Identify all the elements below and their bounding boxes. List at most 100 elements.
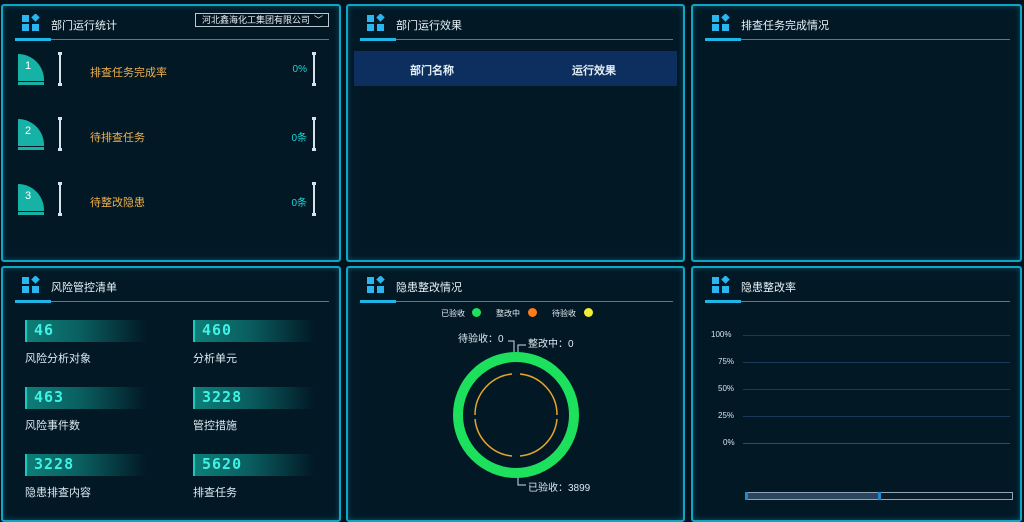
divider-right: [312, 182, 316, 216]
risk-stat-analysis-objects: 46 风险分析对象: [25, 320, 155, 370]
annotation-accepted: 已验收：3899: [528, 483, 591, 494]
legend-label-accepted[interactable]: 已验收: [441, 308, 465, 319]
header-divider: [705, 39, 1010, 40]
y-tick-25: 25%: [718, 411, 735, 420]
table-header: 部门名称 运行效果: [354, 51, 677, 86]
header-divider: [15, 39, 329, 40]
chart-zoom-scrollbar[interactable]: [745, 492, 1013, 500]
risk-stat-inspection-content: 3228 隐患排查内容: [25, 454, 155, 504]
task-completion-panel: 排查任务完成情况: [691, 4, 1022, 262]
gridline: [743, 389, 1010, 390]
header-accent: [705, 38, 741, 41]
stat-label: 待整改隐患: [90, 197, 145, 209]
legend-dot-accepted: [472, 308, 481, 317]
panel-title: 隐患整改情况: [396, 282, 462, 294]
inner-arc-4: [474, 418, 513, 457]
company-select-value: 河北鑫海化工集团有限公司: [202, 15, 311, 25]
scrollbar-handle-left[interactable]: [745, 492, 748, 500]
stat-row-completion-rate: 1 排查任务完成率 0%: [15, 52, 321, 100]
legend-dot-in-progress: [528, 308, 537, 317]
stat-value: 0条: [291, 133, 307, 144]
stat-number: 5620: [202, 455, 243, 473]
stat-row-pending-tasks: 2 待排查任务 0条: [15, 117, 321, 165]
scrollbar-range[interactable]: [746, 493, 878, 499]
panel-header: 排查任务完成情况: [705, 12, 1010, 41]
column-header-effect[interactable]: 运行效果: [572, 62, 616, 78]
inner-arc-3: [519, 418, 558, 457]
rank-number: 3: [25, 190, 32, 202]
inner-arc-1: [474, 373, 513, 416]
stat-label: 排查任务完成率: [90, 67, 167, 79]
digit-display: 3228: [25, 454, 147, 476]
y-tick-100: 100%: [711, 330, 732, 339]
divider-left: [58, 182, 62, 216]
panel-header: 风险管控清单: [15, 274, 329, 303]
stat-label: 风险分析对象: [25, 353, 91, 365]
leader-line-in-progress: [517, 344, 526, 353]
stat-number: 460: [202, 321, 233, 339]
annotation-pending: 待验收：0: [458, 334, 504, 345]
dashboard-icon: [22, 276, 40, 293]
panel-title: 隐患整改率: [741, 282, 796, 294]
hazard-rate-panel: 隐患整改率 100% 75% 50% 25% 0%: [691, 266, 1022, 522]
dept-effect-panel: 部门运行效果 部门名称 运行效果: [346, 4, 685, 262]
gridline: [743, 362, 1010, 363]
stat-label: 待排查任务: [90, 132, 145, 144]
header-accent: [15, 38, 51, 41]
scrollbar-handle-right[interactable]: [878, 492, 881, 500]
header-accent: [360, 300, 396, 303]
stat-value: 0%: [292, 64, 307, 75]
company-select[interactable]: 河北鑫海化工集团有限公司 ﹀: [195, 13, 329, 27]
divider-right: [312, 117, 316, 151]
panel-title: 排查任务完成情况: [741, 20, 829, 32]
rank-number: 1: [25, 60, 32, 72]
dashboard-icon: [712, 276, 730, 293]
digit-display: 463: [25, 387, 147, 409]
stat-label: 风险事件数: [25, 420, 80, 432]
risk-stat-inspection-tasks: 5620 排查任务: [193, 454, 323, 504]
annotation-in-progress: 整改中：0: [528, 339, 574, 350]
risk-stat-analysis-units: 460 分析单元: [193, 320, 323, 370]
header-divider: [360, 39, 673, 40]
stat-label: 管控措施: [193, 420, 237, 432]
header-divider: [705, 301, 1010, 302]
rank-badge-base: [18, 212, 44, 215]
header-divider: [360, 301, 673, 302]
leader-line-pending: [508, 340, 515, 353]
dashboard-icon: [712, 14, 730, 31]
header-accent: [360, 38, 396, 41]
legend-label-in-progress[interactable]: 整改中: [496, 308, 520, 319]
column-header-dept-name[interactable]: 部门名称: [410, 62, 454, 78]
stat-label: 分析单元: [193, 353, 237, 365]
legend-dot-pending: [584, 308, 593, 317]
y-tick-50: 50%: [718, 384, 735, 393]
stat-number: 463: [34, 388, 65, 406]
gridline: [743, 416, 1010, 417]
hazard-rectify-panel: 隐患整改情况 已验收 整改中 待验收 待验收：0 整改中：0 已验收：3899: [346, 266, 685, 522]
header-accent: [15, 300, 51, 303]
donut-slice-accepted: [453, 352, 579, 478]
panel-header: 隐患整改率: [705, 274, 1010, 303]
divider-right: [312, 52, 316, 86]
header-divider: [15, 301, 329, 302]
risk-list-panel: 风险管控清单 46 风险分析对象 460 分析单元 463 风险事件数 3228…: [1, 266, 341, 522]
legend-label-pending[interactable]: 待验收: [552, 308, 576, 319]
stat-label: 排查任务: [193, 487, 237, 499]
rank-badge-base: [18, 147, 44, 150]
digit-display: 46: [25, 320, 147, 342]
dashboard-icon: [22, 14, 40, 31]
stat-label: 隐患排查内容: [25, 487, 91, 499]
stat-row-pending-hazards: 3 待整改隐患 0条: [15, 182, 321, 230]
hazard-donut-chart: [453, 340, 579, 486]
inner-arc-2: [519, 373, 558, 416]
stat-number: 46: [34, 321, 55, 339]
divider-left: [58, 117, 62, 151]
risk-stat-risk-events: 463 风险事件数: [25, 387, 155, 437]
digit-display: 5620: [193, 454, 315, 476]
divider-left: [58, 52, 62, 86]
panel-header: 隐患整改情况: [360, 274, 673, 303]
panel-title: 部门运行统计: [51, 20, 117, 32]
rank-badge-base: [18, 82, 44, 85]
dept-stats-panel: 部门运行统计 河北鑫海化工集团有限公司 ﹀ 1 排查任务完成率 0% 2 待排查…: [1, 4, 341, 262]
dashboard-icon: [367, 14, 385, 31]
